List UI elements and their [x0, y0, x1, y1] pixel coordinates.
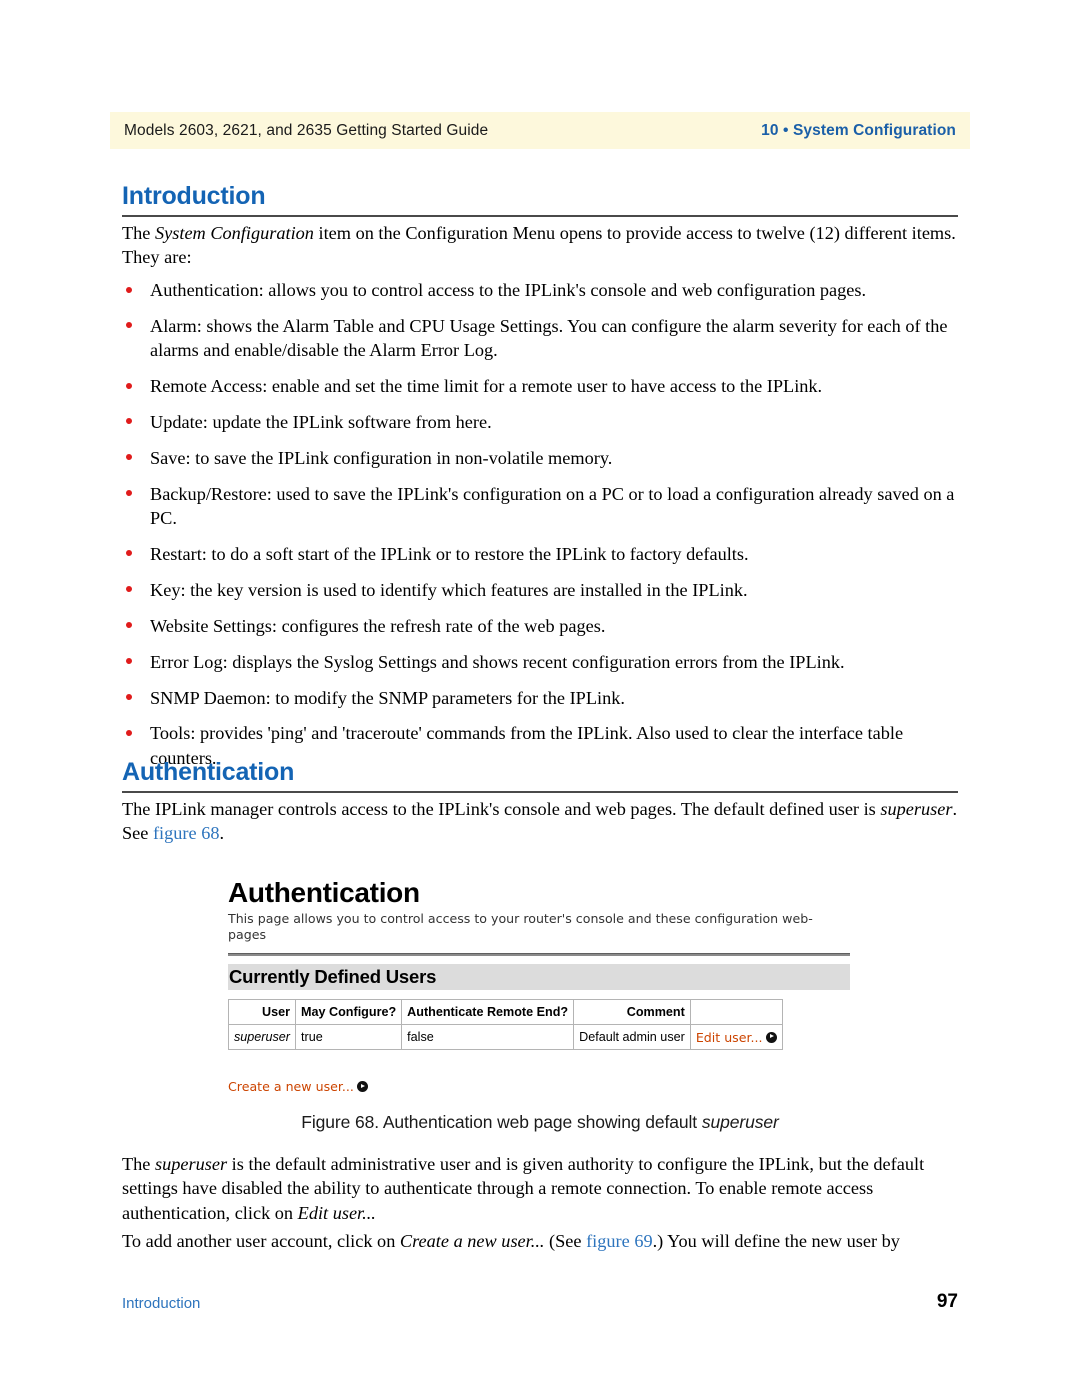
column-header-actions: [689, 999, 783, 1026]
closing-paragraph-2: To add another user account, click on Cr…: [122, 1229, 962, 1253]
running-header-chapter: 10 • System Configuration: [761, 121, 956, 139]
list-item-text: Backup/Restore: used to save the IPLink'…: [150, 483, 955, 529]
heading-rule-introduction: [122, 215, 958, 217]
list-item: Update: update the IPLink software from …: [122, 410, 967, 434]
bullet-dot-icon: [126, 286, 132, 293]
closing-p2-create-new-user: Create a new user...: [399, 1231, 545, 1251]
list-item-text: Remote Access: enable and set the time l…: [150, 376, 823, 397]
list-item: Error Log: displays the Syslog Settings …: [122, 650, 967, 674]
section-heading-authentication: Authentication: [122, 758, 295, 786]
authentication-paragraph: The IPLink manager controls access to th…: [122, 797, 962, 846]
footer-page-number: 97: [936, 1291, 958, 1312]
introduction-bullet-list: Authentication: allows you to control ac…: [122, 278, 967, 782]
create-new-user-link[interactable]: Create a new user...: [228, 1079, 354, 1094]
bullet-dot-icon: [126, 382, 132, 389]
cell-edit-user-action[interactable]: Edit user...: [689, 1024, 783, 1051]
bullet-dot-icon: [126, 322, 132, 329]
bullet-dot-icon: [126, 729, 132, 736]
cell-may-configure: true: [295, 1024, 403, 1051]
column-header-authenticate-remote-end: Authenticate Remote End?: [401, 999, 575, 1026]
closing-p2-a: To add another user account, click on: [122, 1231, 400, 1251]
screenshot-section-band-label: Currently Defined Users: [229, 966, 437, 988]
circle-arrow-icon: [765, 1031, 777, 1043]
intro-text-italic: System Configuration: [155, 223, 314, 243]
list-item: Website Settings: configures the refresh…: [122, 614, 967, 638]
screenshot-section-band: Currently Defined Users: [228, 964, 850, 991]
bullet-dot-icon: [126, 658, 132, 665]
running-header-title: Models 2603, 2621, and 2635 Getting Star…: [124, 121, 489, 139]
closing-p1-edit-user: Edit user...: [297, 1202, 376, 1223]
cross-reference-figure-69[interactable]: figure 69: [586, 1231, 653, 1251]
list-item-text: Authentication: allows you to control ac…: [150, 280, 867, 300]
figure-caption-italic: superuser: [701, 1112, 779, 1132]
bullet-dot-icon: [126, 694, 132, 700]
cell-comment: Default admin user: [573, 1024, 691, 1051]
closing-p1-b: is the default administrative user and i…: [122, 1154, 925, 1223]
screenshot-page-title: Authentication: [228, 877, 420, 908]
list-item-text: Restart: to do a soft start of the IPLin…: [150, 543, 749, 564]
table-row: superuser true false Default admin user …: [227, 1024, 783, 1051]
auth-text-a: The IPLink manager controls access to th…: [122, 799, 881, 819]
closing-p1-a: The: [122, 1154, 155, 1174]
heading-rule-authentication: [122, 791, 958, 793]
closing-p2-b: (See: [544, 1231, 587, 1251]
bullet-dot-icon: [126, 490, 132, 497]
bullet-dot-icon: [126, 418, 132, 425]
intro-text-before: The: [122, 223, 155, 243]
list-item: Authentication: allows you to control ac…: [122, 278, 967, 302]
closing-p1-superuser: superuser: [155, 1154, 228, 1174]
create-new-user-action[interactable]: Create a new user...: [228, 1076, 850, 1095]
screenshot-divider: [228, 953, 850, 957]
bullet-dot-icon: [126, 622, 132, 629]
column-header-user: User: [227, 999, 297, 1026]
currently-defined-users-table: User May Configure? Authenticate Remote …: [227, 999, 783, 1051]
column-header-comment: Comment: [573, 999, 691, 1026]
figure-screenshot-authentication-page: Authentication This page allows you to c…: [227, 877, 850, 1095]
list-item: Key: the key version is used to identify…: [122, 578, 967, 602]
figure-caption: Figure 68. Authentication web page showi…: [122, 1112, 958, 1133]
list-item-text: SNMP Daemon: to modify the SNMP paramete…: [150, 687, 625, 708]
list-item-text: Update: update the IPLink software from …: [150, 411, 492, 432]
list-item: Restart: to do a soft start of the IPLin…: [122, 542, 967, 566]
bullet-dot-icon: [126, 454, 132, 461]
column-header-may-configure: May Configure?: [295, 999, 403, 1026]
closing-p2-c: .) You will define the new user by: [652, 1231, 900, 1251]
running-header: Models 2603, 2621, and 2635 Getting Star…: [110, 112, 970, 149]
list-item: SNMP Daemon: to modify the SNMP paramete…: [122, 686, 967, 710]
list-item-text: Save: to save the IPLink configuration i…: [150, 447, 613, 468]
list-item: Remote Access: enable and set the time l…: [122, 374, 967, 398]
cell-authenticate-remote-end: false: [401, 1024, 575, 1051]
list-item-text: Key: the key version is used to identify…: [150, 579, 748, 600]
auth-text-c: .: [219, 823, 225, 844]
auth-text-superuser: superuser: [880, 799, 953, 819]
edit-user-link[interactable]: Edit user...: [696, 1030, 763, 1045]
list-item: Save: to save the IPLink configuration i…: [122, 446, 967, 470]
bullet-dot-icon: [126, 550, 132, 557]
document-page: Models 2603, 2621, and 2635 Getting Star…: [0, 0, 1080, 1397]
cross-reference-figure-68[interactable]: figure 68: [153, 823, 220, 843]
cell-user: superuser: [227, 1024, 297, 1051]
page-title: Introduction: [122, 182, 266, 210]
figure-caption-text: Figure 68. Authentication web page showi…: [301, 1112, 702, 1132]
list-item: Backup/Restore: used to save the IPLink'…: [122, 482, 967, 531]
closing-paragraph-1: The superuser is the default administrat…: [122, 1152, 962, 1225]
list-item-text: Error Log: displays the Syslog Settings …: [150, 651, 845, 672]
screenshot-page-subtitle: This page allows you to control access t…: [228, 911, 813, 942]
list-item: Alarm: shows the Alarm Table and CPU Usa…: [122, 314, 967, 363]
table-header-row: User May Configure? Authenticate Remote …: [227, 999, 783, 1026]
circle-arrow-icon: [356, 1081, 368, 1093]
list-item-text: Website Settings: configures the refresh…: [150, 615, 606, 636]
bullet-dot-icon: [126, 586, 132, 593]
list-item-text: Alarm: shows the Alarm Table and CPU Usa…: [150, 315, 948, 361]
intro-paragraph: The System Configuration item on the Con…: [122, 221, 962, 270]
